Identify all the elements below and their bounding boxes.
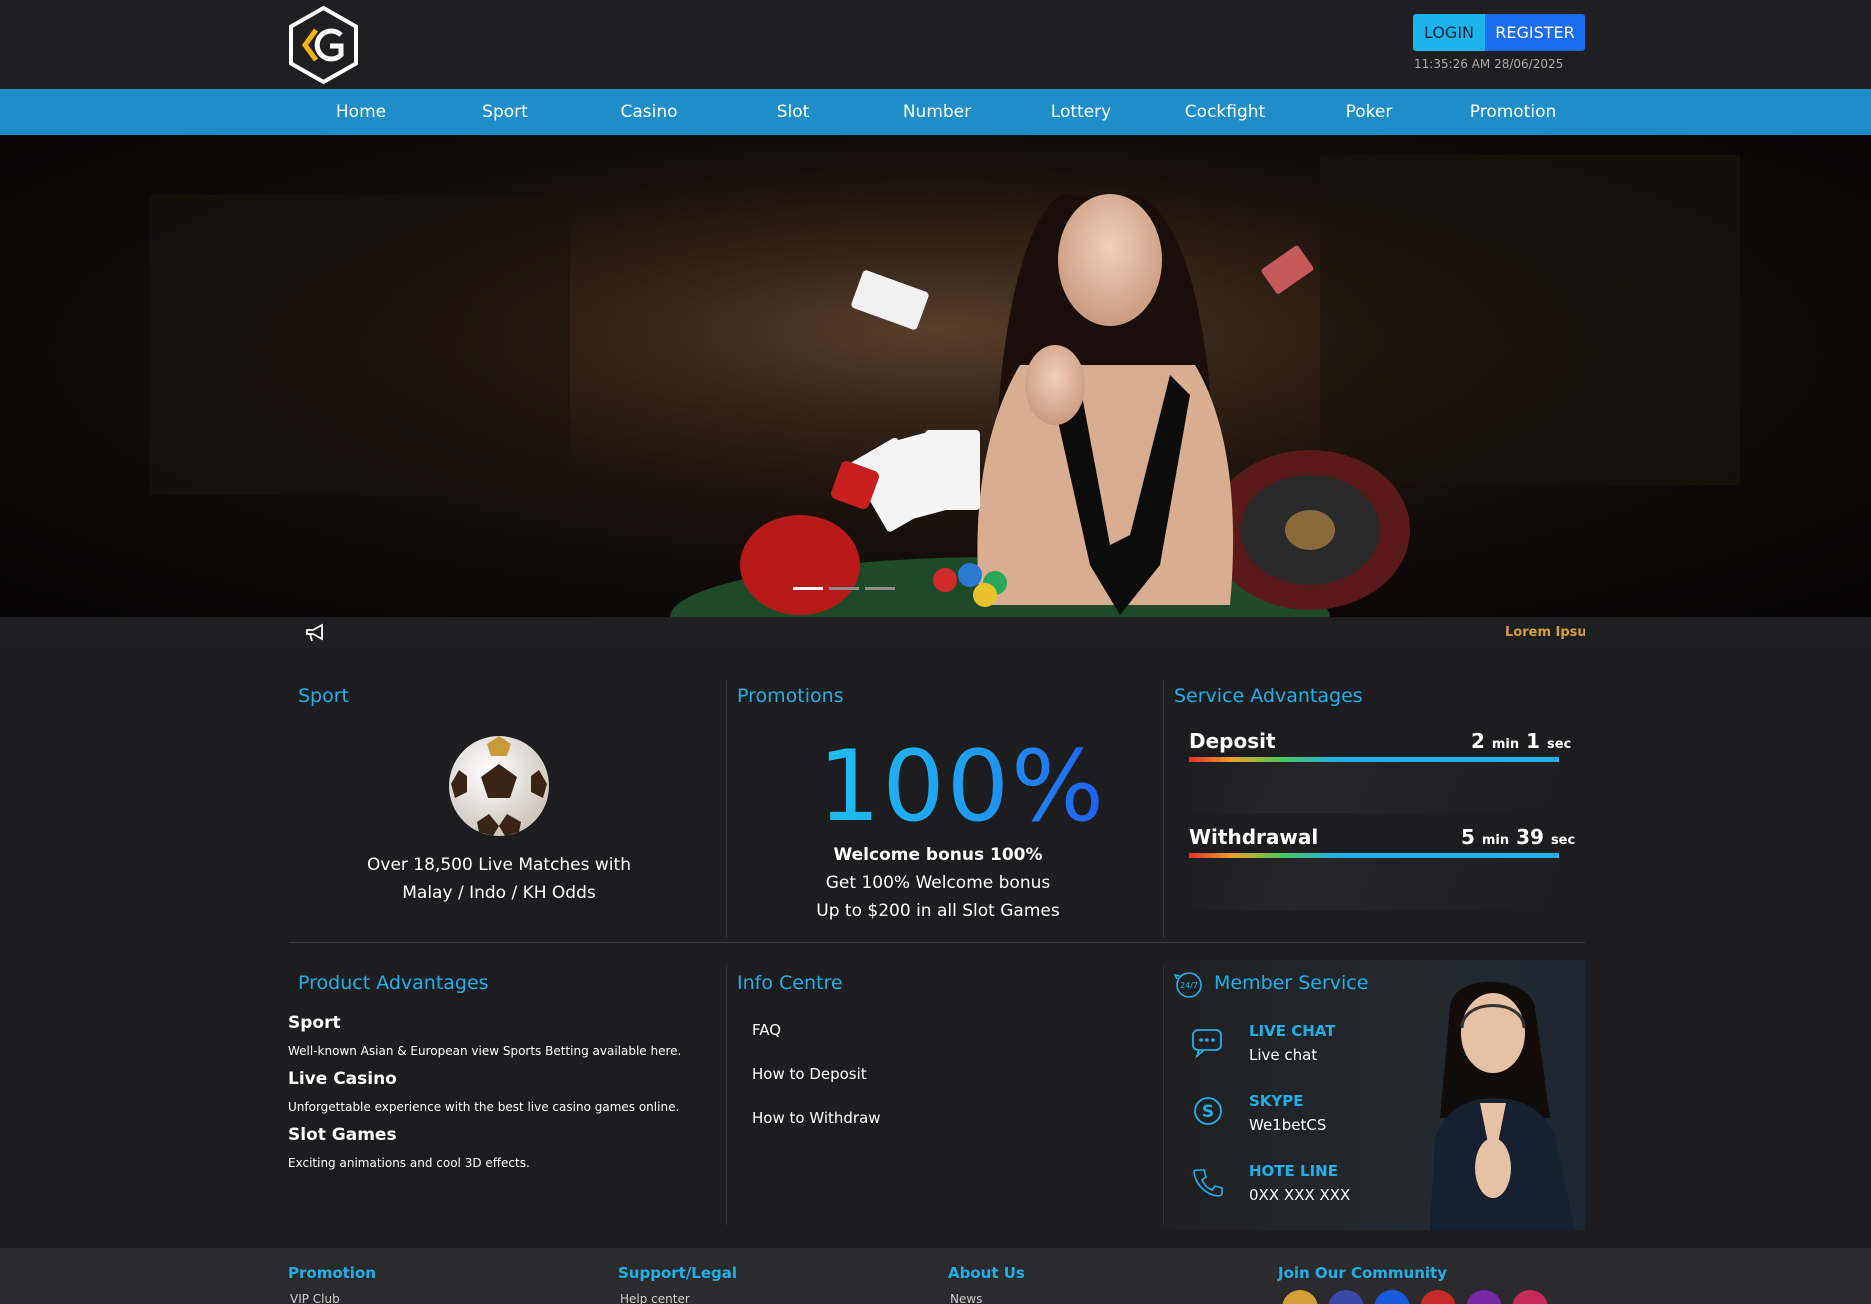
footer-link-news[interactable]: News [950,1292,982,1304]
deposit-bar [1189,757,1559,762]
youtube-icon[interactable] [1420,1290,1456,1304]
carousel-dot-3[interactable] [865,587,895,590]
withdrawal-shadow [1189,855,1559,910]
live-chat-label[interactable]: LIVE CHAT [1249,1022,1335,1040]
skype-icon[interactable]: S [1191,1094,1225,1128]
product-live-casino-desc: Unforgettable experience with the best l… [288,1100,680,1114]
support-agent-illustration [1430,981,1575,1230]
deposit-label: Deposit [1189,729,1276,753]
site-header: LOGIN REGISTER 11:35:26 AM 28/06/2025 [0,0,1871,89]
phone-icon[interactable] [1191,1165,1225,1199]
promo-line-1: Get 100% Welcome bonus [825,873,1051,893]
withdrawal-time: 5 min 39 sec [1461,825,1576,849]
info-section-title: Info Centre [737,972,843,994]
social-icon-2[interactable] [1328,1290,1364,1304]
footer-promotion-heading: Promotion [288,1264,376,1282]
support-24-7-icon: 24/7 [1174,972,1202,998]
brand-logo[interactable] [286,5,361,85]
carousel-indicators [793,587,895,590]
info-link-how-to-withdraw[interactable]: How to Withdraw [752,1109,881,1127]
auth-buttons: LOGIN REGISTER [1413,14,1585,51]
main-nav: Home Sport Casino Slot Number Lottery Co… [0,89,1871,135]
live-chat-icon[interactable] [1190,1025,1224,1059]
divider-4 [1163,965,1164,1225]
skype-label[interactable]: SKYPE [1249,1092,1304,1110]
megaphone-icon [306,623,323,642]
deposit-time: 2 min 1 sec [1471,729,1572,753]
withdrawal-label: Withdrawal [1189,825,1319,849]
nav-number[interactable]: Number [865,89,1009,135]
nav-home[interactable]: Home [289,89,433,135]
current-datetime: 11:35:26 AM 28/06/2025 [1414,57,1564,71]
register-button[interactable]: REGISTER [1485,14,1585,51]
hero-banner[interactable] [0,135,1871,617]
login-button[interactable]: LOGIN [1413,14,1485,51]
footer-link-vip-club[interactable]: VIP Club [290,1292,340,1304]
hero-illustration [0,135,1871,617]
site-footer: Promotion VIP Club Support/Legal Help ce… [0,1248,1871,1304]
footer-community-heading: Join Our Community [1278,1264,1447,1282]
facebook-icon[interactable] [1374,1290,1410,1304]
nav-cockfight[interactable]: Cockfight [1153,89,1297,135]
carousel-dot-1[interactable] [793,587,823,590]
carousel-dot-2[interactable] [829,587,859,590]
product-sport-title: Sport [288,1013,341,1033]
social-icon-5[interactable] [1466,1290,1502,1304]
announcement-text: Lorem Ipsum [1505,625,1585,640]
service-section-title: Service Advantages [1174,685,1363,707]
divider-1 [726,680,727,938]
product-slot-title: Slot Games [288,1125,397,1145]
announcement-bar: Lorem Ipsum [0,617,1871,649]
nav-lottery[interactable]: Lottery [1009,89,1153,135]
footer-about-heading: About Us [948,1264,1025,1282]
support-badge-text: 24/7 [1180,981,1198,990]
divider-2 [1163,680,1164,938]
divider-3 [726,965,727,1225]
soccer-ball-icon [449,736,549,836]
hotline-value[interactable]: 0XX XXX XXX [1249,1186,1350,1204]
product-slot-desc: Exciting animations and cool 3D effects. [288,1156,530,1170]
nav-slot[interactable]: Slot [721,89,865,135]
promo-line-2: Up to $200 in all Slot Games [816,901,1060,921]
sport-description-1: Over 18,500 Live Matches with [367,855,631,875]
promo-percentage: 100% [818,730,1107,844]
row-divider [289,942,1585,943]
hotline-label[interactable]: HOTE LINE [1249,1162,1338,1180]
nav-casino[interactable]: Casino [577,89,721,135]
deposit-shadow [1189,758,1559,813]
sport-description-2: Malay / Indo / KH Odds [402,883,596,903]
info-link-faq[interactable]: FAQ [752,1021,781,1039]
skype-value[interactable]: We1betCS [1249,1116,1326,1134]
promotions-section-title: Promotions [737,685,844,707]
promo-headline: Welcome bonus 100% [833,845,1043,865]
live-chat-value[interactable]: Live chat [1249,1046,1317,1064]
product-live-casino-title: Live Casino [288,1069,397,1089]
nav-promotion[interactable]: Promotion [1441,89,1585,135]
instagram-icon[interactable] [1512,1290,1548,1304]
social-icon-1[interactable] [1282,1290,1318,1304]
nav-poker[interactable]: Poker [1297,89,1441,135]
product-sport-desc: Well-known Asian & European view Sports … [288,1044,682,1058]
nav-sport[interactable]: Sport [433,89,577,135]
member-section-title: Member Service [1214,972,1369,994]
product-section-title: Product Advantages [298,972,489,994]
info-link-how-to-deposit[interactable]: How to Deposit [752,1065,867,1083]
footer-support-heading: Support/Legal [618,1264,738,1282]
sport-section-title: Sport [298,685,350,707]
withdrawal-bar [1189,853,1559,858]
svg-text:S: S [1202,1102,1214,1122]
footer-link-help-center[interactable]: Help center [620,1292,690,1304]
